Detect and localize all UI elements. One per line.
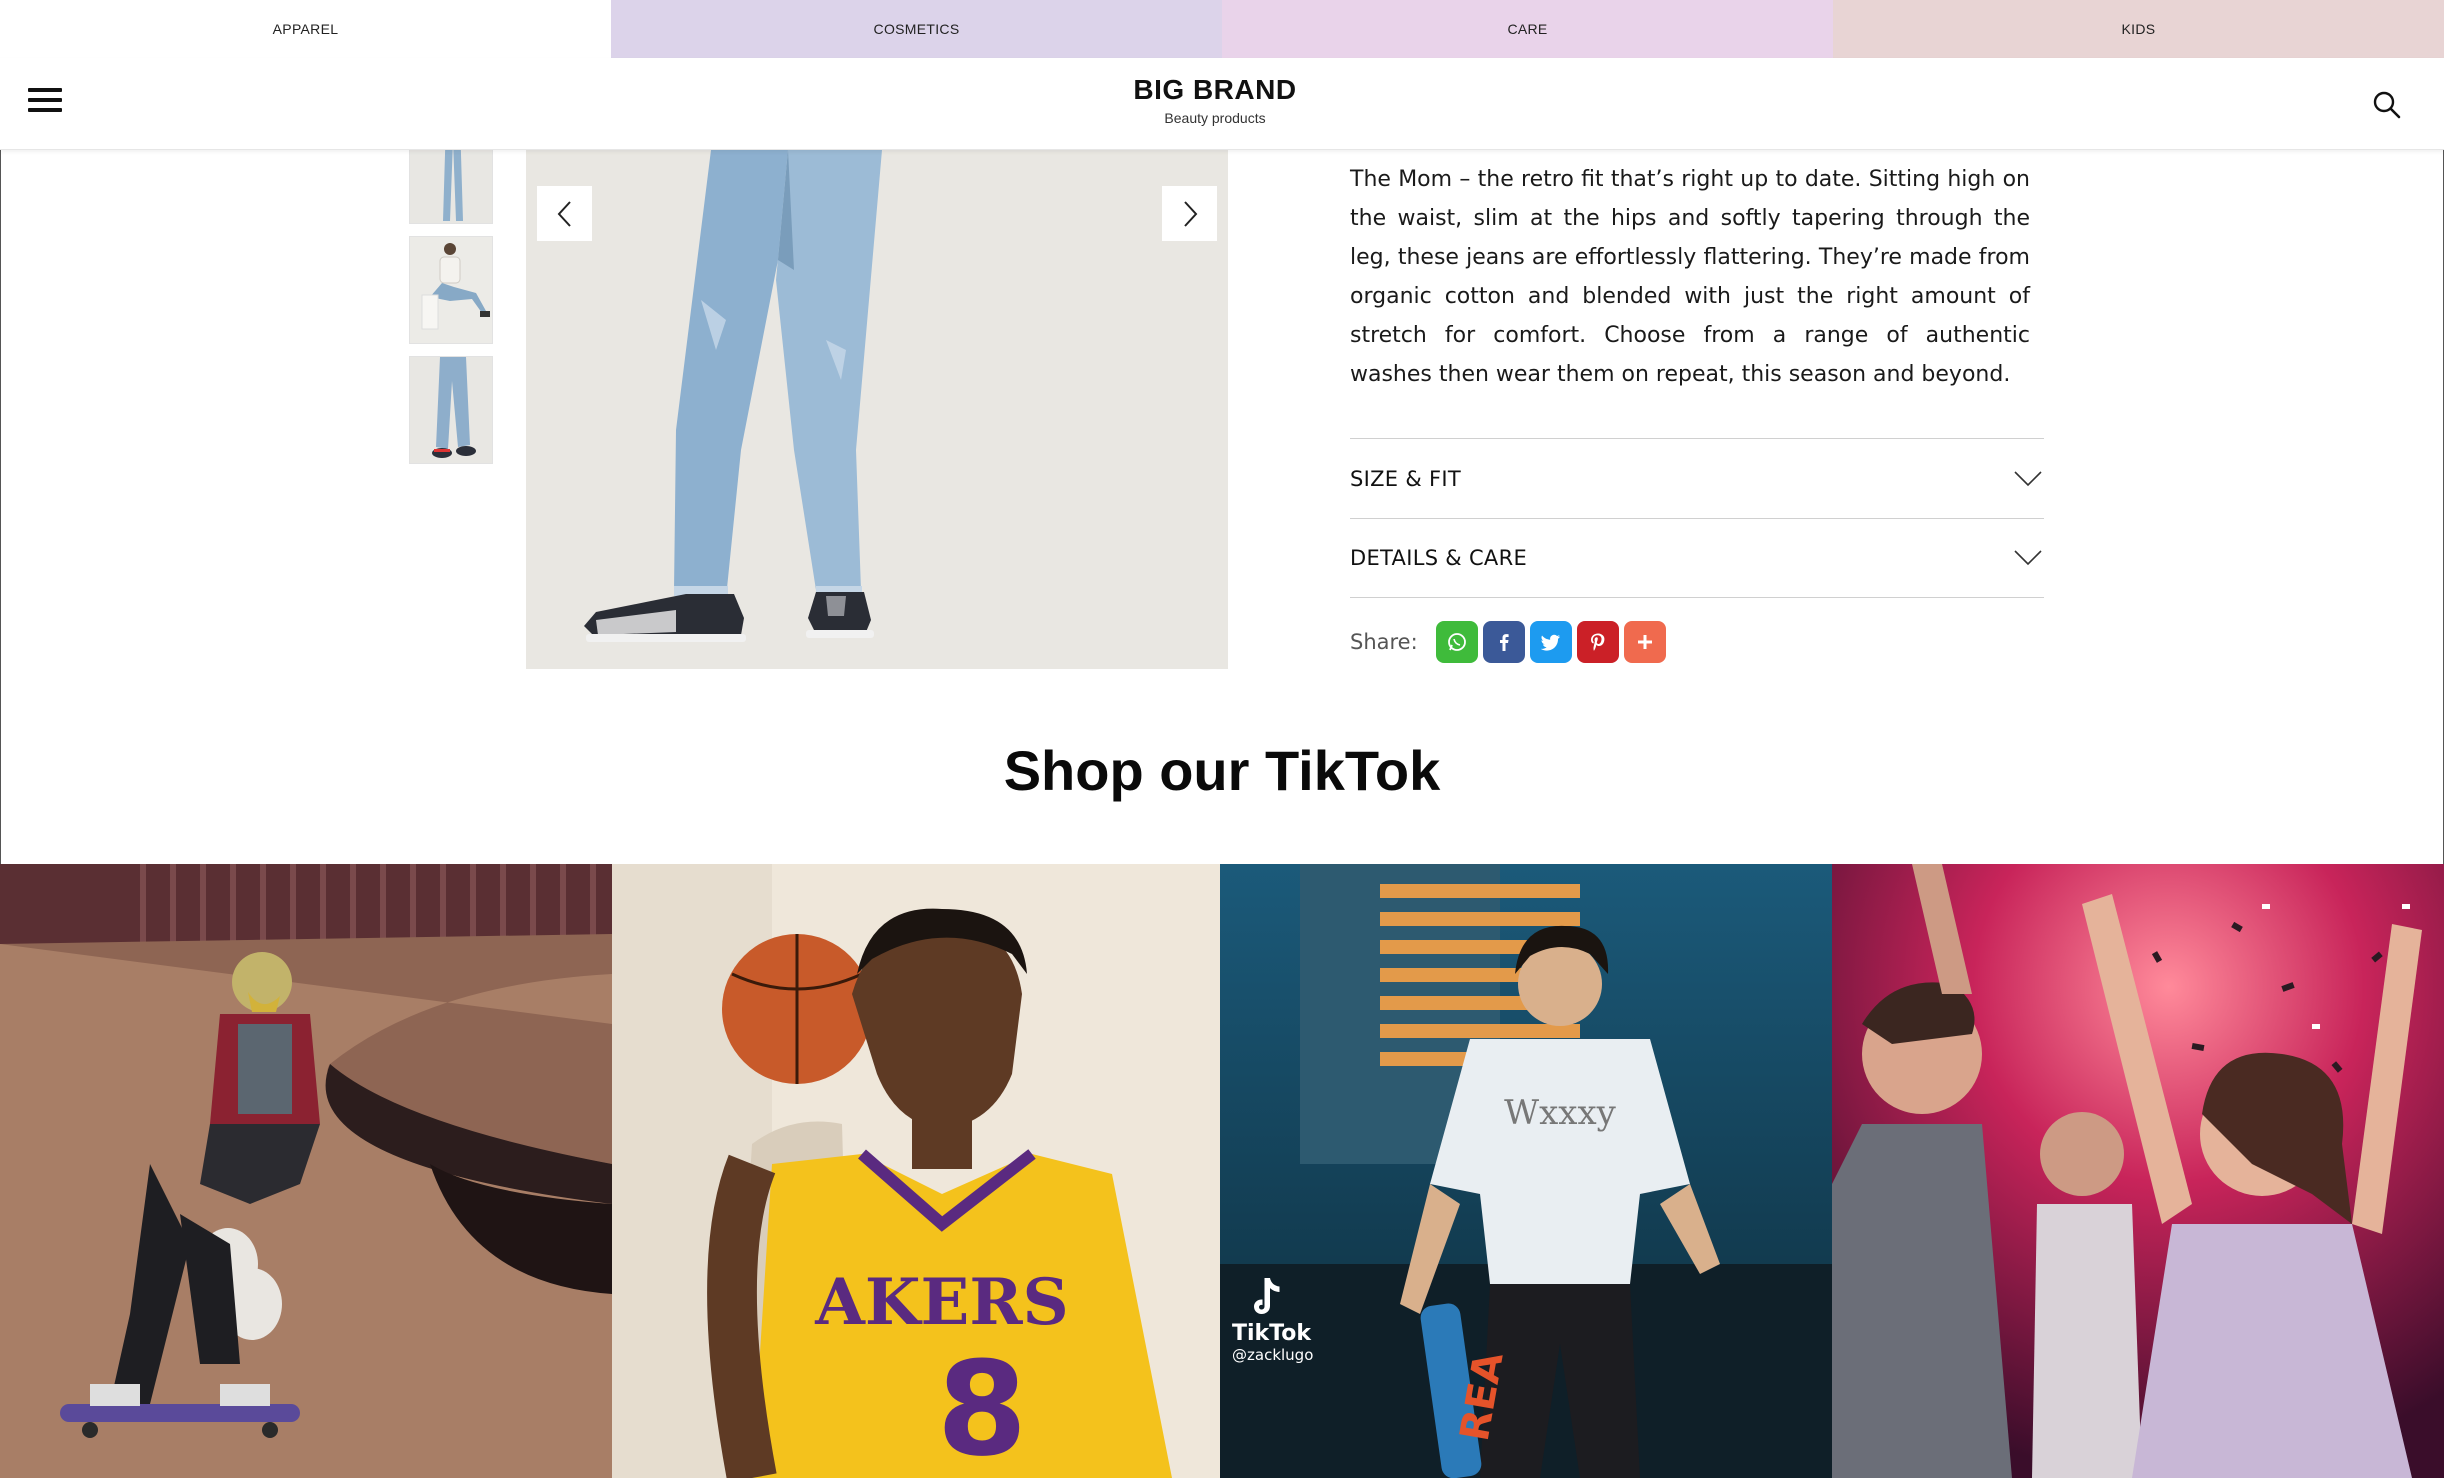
gallery-next-button[interactable] [1162,186,1217,241]
thumbnail-2[interactable] [409,236,493,344]
tiktok-video-tile[interactable] [0,864,612,1478]
hamburger-menu-icon[interactable] [28,88,62,118]
facebook-icon [1499,634,1509,651]
tiktok-video-tile[interactable]: AKERS 8 [612,864,1220,1478]
brand-logo[interactable]: BIG BRAND Beauty products [1015,74,1415,126]
tiktok-watermark: TikTok @zacklugo [1232,1274,1313,1364]
category-bar: APPAREL COSMETICS CARE KIDS [0,0,2444,58]
accordion-size-fit-label: SIZE & FIT [1350,466,1462,491]
brand-name: BIG BRAND [1133,74,1297,105]
plus-icon [1637,635,1652,649]
site-header: BIG BRAND Beauty products [0,58,2444,150]
tiktok-video-tile[interactable] [1832,864,2444,1478]
gallery-prev-button[interactable] [537,186,592,241]
tab-care[interactable]: CARE [1222,0,1833,58]
accordion-details-care-label: DETAILS & CARE [1350,546,1528,570]
tab-apparel[interactable]: APPAREL [0,0,611,58]
tiktok-watermark-brand: TikTok [1232,1321,1312,1346]
accordion-details-care[interactable]: DETAILS & CARE [1350,518,2044,598]
share-label: Share: [1350,630,1418,654]
product-description: The Mom – the retro fit that’s right up … [1350,167,2030,387]
search-icon[interactable] [2370,88,2404,122]
tab-kids[interactable]: KIDS [1833,0,2444,58]
whatsapp-icon [1447,633,1466,651]
chevron-down-icon [2014,470,2042,486]
twitter-icon [1540,634,1560,651]
share-facebook-button[interactable] [1482,621,1525,663]
tiktok-watermark-user: @zacklugo [1232,1346,1314,1364]
tiktok-tiles: AKERS 8 Wxxxy REA TikTok @zacklugo [0,864,2444,1478]
accordion-size-fit[interactable]: SIZE & FIT [1350,438,2044,518]
tiktok-section-title: Shop our TikTok [1003,739,1441,802]
svg-text:Wxxxy: Wxxxy [1504,1093,1616,1133]
share-pinterest-button[interactable] [1576,621,1619,663]
share-twitter-button[interactable] [1529,621,1572,663]
tiktok-icon [1254,1278,1280,1314]
product-main-image [526,150,1228,669]
chevron-down-icon [2014,550,2042,566]
share-row: Share: [1350,621,1671,663]
thumbnail-3[interactable] [409,356,493,464]
pinterest-icon [1590,633,1605,651]
tiktok-video-tile[interactable]: Wxxxy REA TikTok @zacklugo [1220,864,1832,1478]
svg-text:8: 8 [937,1333,1027,1478]
share-whatsapp-button[interactable] [1435,621,1478,663]
svg-text:AKERS: AKERS [814,1265,1068,1340]
share-more-button[interactable] [1623,621,1666,663]
brand-tagline: Beauty products [1164,110,1266,126]
tab-cosmetics[interactable]: COSMETICS [611,0,1222,58]
